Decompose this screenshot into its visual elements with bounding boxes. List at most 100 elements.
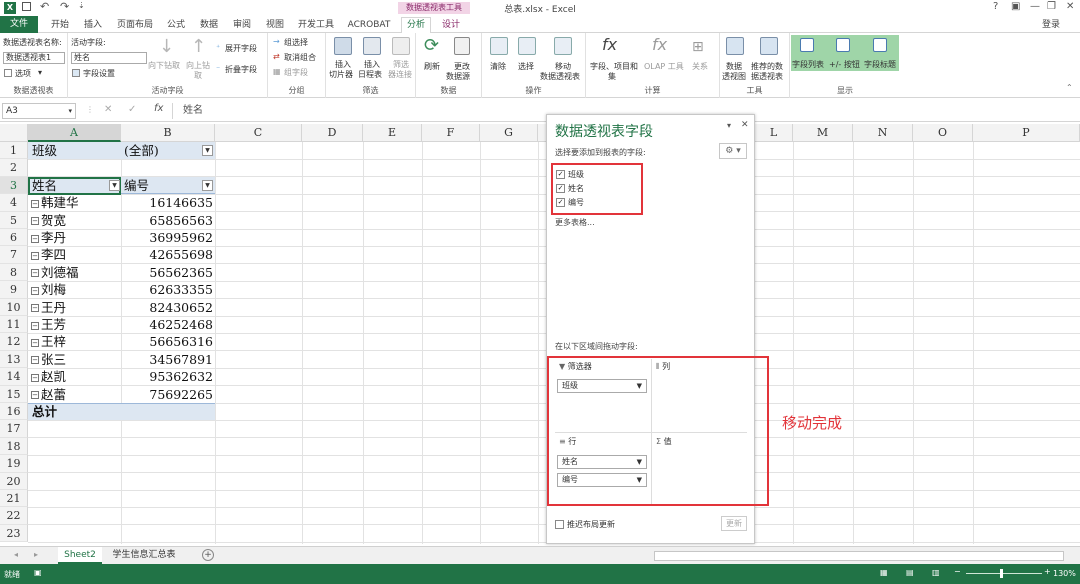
- collapse-icon[interactable]: −: [31, 199, 39, 208]
- pivot-row-name[interactable]: − 刘梅: [31, 281, 66, 298]
- collapse-icon[interactable]: −: [31, 234, 39, 243]
- zoom-out-icon[interactable]: −: [954, 567, 961, 576]
- column-header-l[interactable]: L: [755, 124, 793, 142]
- insert-function-icon[interactable]: fx: [154, 103, 163, 114]
- tab-file[interactable]: 文件: [0, 16, 38, 33]
- horizontal-scrollbar[interactable]: [654, 551, 1064, 561]
- more-tables-link[interactable]: 更多表格...: [555, 217, 595, 228]
- row-header[interactable]: 17: [0, 420, 28, 438]
- row-header[interactable]: 7: [0, 246, 28, 264]
- pane-close-icon[interactable]: ✕: [741, 120, 749, 130]
- page-break-view-icon[interactable]: ▥: [932, 568, 940, 577]
- collapse-icon[interactable]: −: [31, 338, 39, 347]
- row-header[interactable]: 9: [0, 281, 28, 299]
- next-sheet-icon[interactable]: ▸: [34, 550, 38, 559]
- column-header-e[interactable]: E: [363, 124, 422, 142]
- confirm-formula-icon[interactable]: ✓: [128, 104, 136, 115]
- add-sheet-icon[interactable]: +: [202, 549, 214, 561]
- collapse-icon[interactable]: −: [31, 321, 39, 330]
- group-field-button[interactable]: 组字段: [284, 67, 308, 78]
- zoom-slider[interactable]: [966, 573, 1042, 574]
- row-header[interactable]: 15: [0, 385, 28, 403]
- tab-view[interactable]: 视图: [262, 18, 288, 32]
- pivot-row-id[interactable]: 56656316: [121, 333, 213, 350]
- row-header[interactable]: 11: [0, 316, 28, 334]
- select-button[interactable]: 选择: [518, 61, 534, 72]
- normal-view-icon[interactable]: ▦: [880, 568, 888, 577]
- row-header[interactable]: 23: [0, 524, 28, 543]
- name-box[interactable]: A3 ▾: [2, 103, 76, 119]
- clear-button[interactable]: 清除: [490, 61, 506, 72]
- macro-record-icon[interactable]: ▣: [34, 568, 42, 577]
- tab-formulas[interactable]: 公式: [163, 18, 189, 32]
- tab-data[interactable]: 数据: [196, 18, 222, 32]
- sheet-tab-student-summary[interactable]: 学生信息汇总表: [104, 547, 184, 564]
- pivot-field-pane[interactable]: 数据透视表字段 ▾ ✕ 选择要添加到报表的字段: ⚙ ▾ ✓ 班级 ✓ 姓名 ✓ 编号…: [546, 114, 769, 544]
- pivot-row-name[interactable]: − 韩建华: [31, 194, 79, 211]
- ribbon-display-icon[interactable]: ▣: [1011, 1, 1020, 12]
- pivot-row-name[interactable]: − 赵蕾: [31, 386, 66, 403]
- collapse-icon[interactable]: −: [31, 391, 39, 400]
- options-button[interactable]: 选项: [15, 68, 31, 79]
- column-header-m[interactable]: M: [793, 124, 853, 142]
- field-headers-button[interactable]: 字段标题: [864, 59, 896, 70]
- collapse-icon[interactable]: −: [31, 251, 39, 260]
- row-header[interactable]: 4: [0, 194, 28, 212]
- row-header[interactable]: 8: [0, 263, 28, 282]
- restore-icon[interactable]: ❐: [1047, 1, 1056, 12]
- pivot-row-id[interactable]: 56562365: [121, 264, 213, 281]
- column-header-o[interactable]: O: [913, 124, 973, 142]
- pivot-row-name[interactable]: − 刘德福: [31, 264, 79, 281]
- column-header-b[interactable]: B: [121, 124, 215, 142]
- drill-down-button[interactable]: 向下钻取: [148, 60, 180, 71]
- column-header-c[interactable]: C: [215, 124, 302, 142]
- collapse-icon[interactable]: −: [31, 304, 39, 313]
- collapse-ribbon-icon[interactable]: ⌃: [1066, 83, 1073, 92]
- pivot-row-name[interactable]: − 贺宽: [31, 212, 66, 229]
- column-header-a[interactable]: A: [28, 124, 121, 142]
- pane-menu-icon[interactable]: ▾: [727, 121, 731, 130]
- options-dropdown-icon[interactable]: ▾: [38, 68, 42, 77]
- row-header[interactable]: 10: [0, 298, 28, 316]
- collapse-icon[interactable]: −: [31, 373, 39, 382]
- row-header[interactable]: 14: [0, 368, 28, 386]
- checkbox-icon[interactable]: [555, 520, 564, 529]
- pivot-name-filter-dropdown-icon[interactable]: ▼: [109, 180, 120, 191]
- field-list-button[interactable]: 字段列表: [792, 59, 824, 70]
- zoom-level[interactable]: 130%: [1053, 569, 1076, 578]
- help-icon[interactable]: ?: [993, 1, 998, 12]
- pivot-row-name[interactable]: − 张三: [31, 351, 66, 368]
- row-header[interactable]: 5: [0, 211, 28, 229]
- pivot-row-id[interactable]: 95362632: [121, 368, 213, 385]
- collapse-icon[interactable]: −: [31, 217, 39, 226]
- pivot-row-name[interactable]: − 李丹: [31, 229, 66, 246]
- pivot-id-filter-dropdown-icon[interactable]: ▼: [202, 180, 213, 191]
- collapse-field-button[interactable]: 折叠字段: [225, 64, 257, 75]
- pivot-row-name[interactable]: − 赵凯: [31, 368, 66, 385]
- refresh-button[interactable]: 刷新: [424, 61, 440, 72]
- row-header[interactable]: 18: [0, 437, 28, 456]
- tab-acrobat[interactable]: ACROBAT: [345, 18, 393, 32]
- defer-update-option[interactable]: 推迟布局更新: [555, 519, 615, 530]
- minimize-icon[interactable]: —: [1030, 1, 1040, 12]
- pivot-row-id[interactable]: 65856563: [121, 212, 213, 229]
- collapse-icon[interactable]: −: [31, 286, 39, 295]
- page-layout-view-icon[interactable]: ▤: [906, 568, 914, 577]
- row-header[interactable]: 13: [0, 350, 28, 369]
- prev-sheet-icon[interactable]: ◂: [14, 550, 18, 559]
- row-header[interactable]: 2: [0, 159, 28, 177]
- row-header[interactable]: 21: [0, 490, 28, 508]
- column-header-d[interactable]: D: [302, 124, 363, 142]
- tab-developer[interactable]: 开发工具: [296, 18, 336, 32]
- plus-minus-buttons-button[interactable]: +/- 按钮: [829, 59, 860, 70]
- column-header-f[interactable]: F: [422, 124, 480, 142]
- tab-analyze[interactable]: 分析: [401, 17, 431, 34]
- pivot-row-id[interactable]: 34567891: [121, 351, 213, 368]
- row-header[interactable]: 1: [0, 142, 28, 160]
- pivot-row-id[interactable]: 36995962: [121, 229, 213, 246]
- zoom-slider-thumb[interactable]: [1000, 569, 1003, 578]
- close-icon[interactable]: ✕: [1066, 1, 1074, 12]
- pivot-row-name[interactable]: − 王芳: [31, 316, 66, 333]
- name-box-dropdown-icon[interactable]: ▾: [68, 104, 72, 118]
- pivot-row-name[interactable]: − 李四: [31, 246, 66, 263]
